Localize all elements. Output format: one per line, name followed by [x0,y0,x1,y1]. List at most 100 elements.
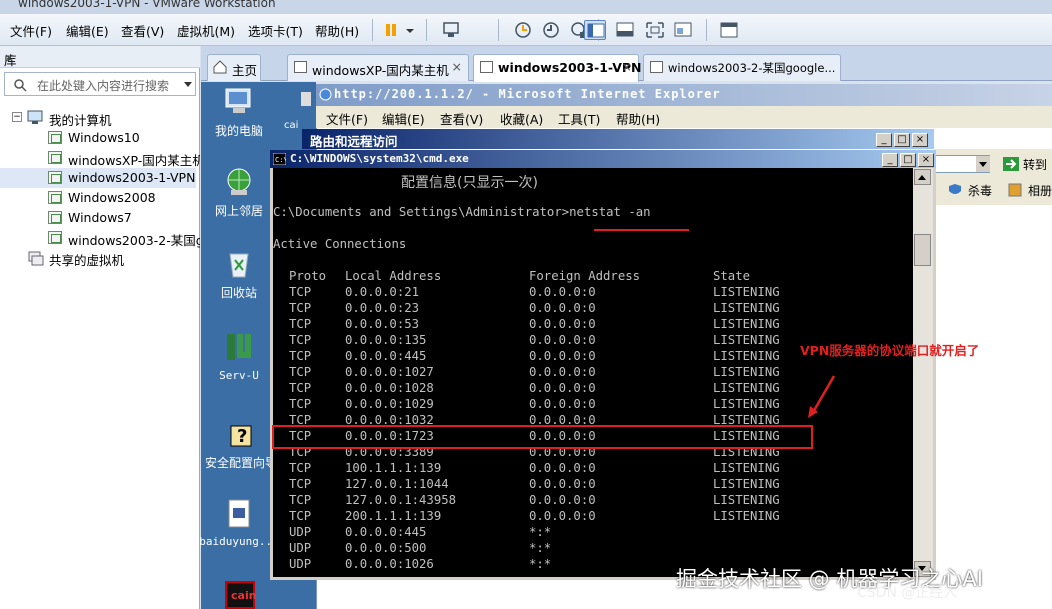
tab-vm[interactable]: windowsXP-国内某主机 × [287,54,469,81]
album-button-label[interactable]: 相册 [1028,182,1052,199]
servu-icon [223,332,255,364]
vm-icon [48,151,62,164]
vm-icon [48,211,62,224]
ie-menu-file[interactable]: 文件(F) [326,109,368,128]
close-icon[interactable]: × [912,133,928,147]
tree-root-my-computer[interactable]: − 我的计算机 [0,108,200,128]
cain-icon[interactable]: cain [225,581,257,609]
annotation-arrow-icon [808,375,836,418]
tree-item-vm[interactable]: windows2003-2-某国g [0,228,200,248]
cell-state: LISTENING [713,349,780,363]
tree-item-vm[interactable]: Windows2008 [0,188,200,208]
scroll-thumb[interactable] [914,234,931,266]
vm-label: windows2003-2-某国g [68,233,200,248]
rras-titlebar: 路由和远程访问 _ □ × [302,129,934,149]
cell-local-address: 0.0.0.0:1026 [345,557,434,571]
console-view-icon[interactable] [718,20,740,40]
antivirus-button-label[interactable]: 杀毒 [968,182,992,199]
library-panel: 库 × 在此处键入内容进行搜索 − 我的计算机 Windows10 window… [0,46,200,609]
maximize-icon[interactable]: □ [894,133,910,147]
cell-local-address: 200.1.1.1:139 [345,509,442,523]
menu-file[interactable]: 文件(F) [10,21,52,40]
ie-menu-edit[interactable]: 编辑(E) [382,109,425,128]
cmd-titlebar: C:\ C:\WINDOWS\system32\cmd.exe _□× [270,150,936,168]
ie-menu-view[interactable]: 查看(V) [440,109,483,128]
cell-state: LISTENING [713,397,780,411]
netstat-row: TCP 0.0.0.0:21 0.0.0.0:0 LISTENING [273,285,913,301]
cell-state: LISTENING [713,477,780,491]
close-icon[interactable]: × [622,59,632,74]
close-icon[interactable]: × [918,153,934,167]
library-search-input[interactable]: 在此处键入内容进行搜索 [4,72,196,96]
desktop-icon-my-computer[interactable]: 我的电脑 [191,86,287,139]
unity-icon[interactable] [672,20,694,40]
library-header: 库 × [0,46,200,68]
watermark-sub: CSDN @正经人 [857,585,958,601]
tree-item-shared[interactable]: 共享的虚拟机 [0,248,200,268]
ie-menu-favorites[interactable]: 收藏(A) [500,109,543,128]
fullscreen-icon[interactable] [644,20,666,40]
home-icon [213,60,227,74]
tab-vm-active[interactable]: windows2003-1-VPN × [473,54,642,82]
cell-foreign-address: *:* [529,557,552,571]
send-keys-icon[interactable] [440,20,462,40]
menu-tabs[interactable]: 选项卡(T) [248,21,303,40]
ie-menu-tools[interactable]: 工具(T) [558,109,600,128]
cell-proto: TCP [289,493,312,507]
vm-label: windowsXP-国内某主机 [68,153,200,168]
maximize-icon[interactable]: □ [900,153,916,167]
chevron-down-icon[interactable] [976,156,990,172]
vm-icon [480,61,493,73]
netstat-underline [594,229,689,231]
tab-home[interactable]: 主页 [207,54,261,81]
cell-proto: TCP [289,365,312,379]
tree-item-vm[interactable]: Windows7 [0,208,200,228]
tree-item-vm-selected[interactable]: windows2003-1-VPN [0,168,196,188]
cell-proto: TCP [289,333,312,347]
cell-state: LISTENING [713,365,780,379]
close-icon[interactable]: × [452,59,462,74]
show-library-icon[interactable] [584,20,606,40]
cell-foreign-address: 0.0.0.0:0 [529,461,596,475]
menu-help[interactable]: 帮助(H) [315,21,359,40]
col-header-foreign: Foreign Address [529,269,641,283]
desktop-icon-label: 网上邻居 [214,204,263,218]
cmd-scrollbar[interactable] [913,168,933,580]
tree-item-vm[interactable]: Windows10 [0,128,200,148]
tree-item-vm[interactable]: windowsXP-国内某主机 [0,148,200,168]
menu-view[interactable]: 查看(V) [121,21,164,40]
minimize-icon[interactable]: _ [876,133,892,147]
menu-vm[interactable]: 虚拟机(M) [177,21,235,40]
cell-proto: UDP [289,541,312,555]
vm-label: windows2003-1-VPN [68,170,196,185]
minimize-icon[interactable]: _ [882,153,898,167]
snapshot-icon[interactable] [512,20,534,40]
cell-state: LISTENING [713,333,780,347]
scroll-up-icon[interactable] [914,169,931,185]
cell-local-address: 100.1.1.1:139 [345,461,442,475]
search-icon [14,79,27,92]
cell-state: LISTENING [713,381,780,395]
pause-icon[interactable] [380,20,402,40]
cell-proto: TCP [289,477,312,491]
netstat-row: TCP 100.1.1.1:139 0.0.0.0:0 LISTENING [273,461,913,477]
netstat-row: TCP 0.0.0.0:23 0.0.0.0:0 LISTENING [273,301,913,317]
cell-local-address: 0.0.0.0:1027 [345,365,434,379]
toolbar-separator [706,19,707,41]
collapse-icon[interactable]: − [12,112,22,122]
thumbnail-bar-icon[interactable] [614,20,636,40]
close-icon[interactable]: × [4,50,192,65]
revert-snapshot-icon[interactable] [540,20,562,40]
cell-foreign-address: 0.0.0.0:0 [529,509,596,523]
tab-vm[interactable]: windows2003-2-某国google... [643,54,841,81]
window-titlebar: windows2003-1-VPN - VMware Workstation [0,0,1052,14]
go-arrow-icon[interactable] [1002,156,1020,172]
cell-foreign-address: *:* [529,525,552,539]
desktop-icon-label: 回收站 [220,286,257,300]
document-icon [223,498,255,530]
menu-edit[interactable]: 编辑(E) [66,21,109,40]
go-button-label[interactable]: 转到 [1023,156,1047,173]
pause-dropdown-icon[interactable] [404,20,416,40]
ie-menu-help[interactable]: 帮助(H) [616,109,660,128]
window-title: windows2003-1-VPN - VMware Workstation [18,0,276,10]
